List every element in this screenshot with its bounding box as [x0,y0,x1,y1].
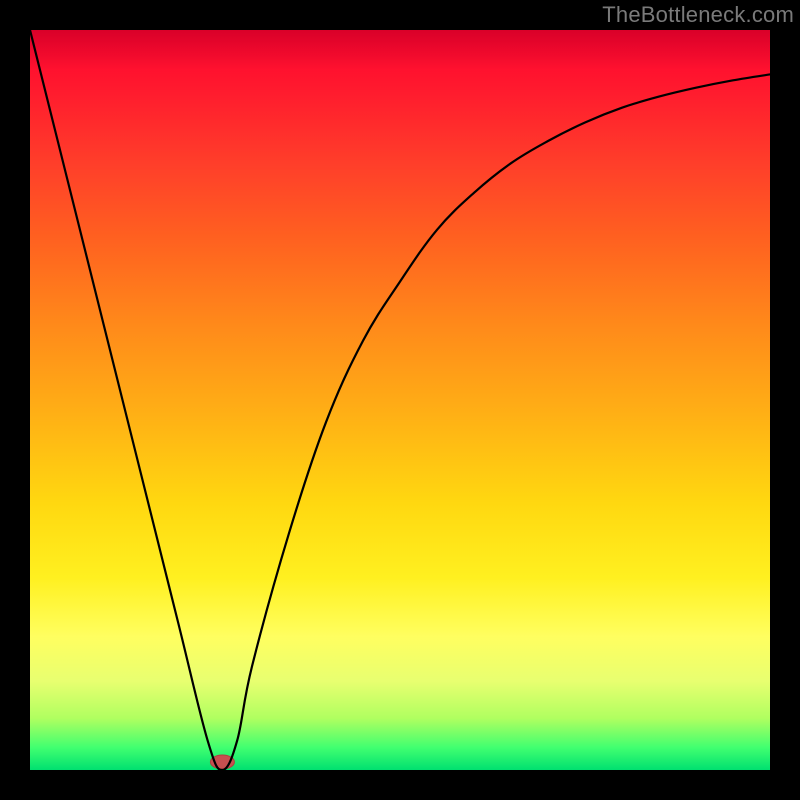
plot-area [30,30,770,770]
watermark-text: TheBottleneck.com [602,2,794,28]
curve-svg [30,30,770,770]
bottleneck-curve [30,30,770,770]
chart-frame: TheBottleneck.com [0,0,800,800]
